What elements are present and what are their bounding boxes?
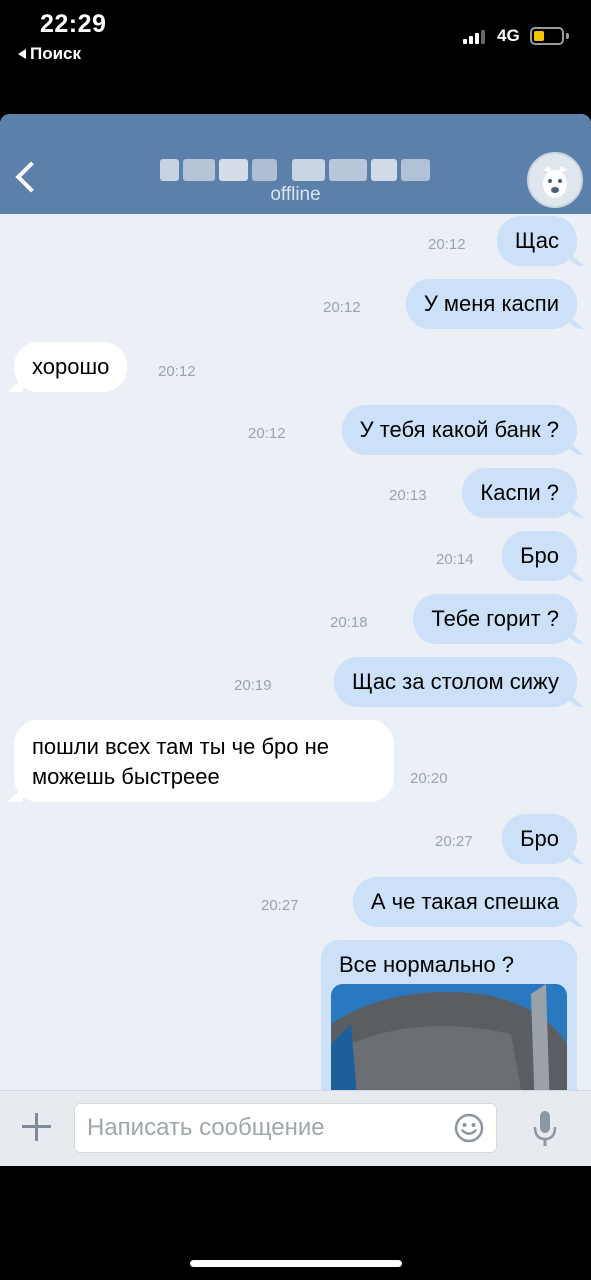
battery-icon	[530, 27, 564, 45]
message-outgoing[interactable]: У меня каспи	[405, 279, 577, 329]
message-time: 20:19	[234, 677, 272, 694]
plus-icon[interactable]	[18, 1109, 54, 1145]
message-time: 20:27	[261, 897, 299, 914]
message-incoming[interactable]: пошли всех там ты че бро не можешь быстр…	[14, 720, 394, 802]
contact-status: offline	[270, 184, 321, 205]
message-input[interactable]	[75, 1104, 435, 1152]
status-bar: 22:29 Поиск 4G	[0, 0, 591, 114]
chat-header: offline	[0, 114, 591, 214]
message-outgoing[interactable]: Бро	[502, 814, 577, 864]
signal-icon	[463, 30, 485, 44]
message-text-line: пошли всех там ты че бро не	[32, 734, 330, 759]
battery-tip	[566, 33, 569, 39]
message-input-wrapper	[74, 1103, 497, 1153]
chat-screen: offline 20:12 Щас 20:12 У меня каспи хор…	[0, 114, 591, 1166]
message-outgoing[interactable]: Каспи ?	[462, 468, 577, 518]
back-triangle-icon	[18, 49, 26, 59]
message-time: 20:20	[410, 770, 448, 787]
message-time: 20:12	[428, 236, 466, 253]
back-to-app-label: Поиск	[30, 44, 82, 63]
message-time: 20:12	[248, 425, 286, 442]
message-text-line: можешь быстреее	[32, 764, 220, 789]
message-text: Все нормально ?	[339, 952, 515, 977]
message-time: 20:12	[158, 363, 196, 380]
back-to-app-link[interactable]: Поиск	[18, 44, 81, 64]
network-type: 4G	[497, 26, 520, 45]
message-time: 20:18	[330, 614, 368, 631]
contact-name-blurred	[160, 159, 431, 181]
message-outgoing[interactable]: Щас	[496, 216, 577, 266]
home-indicator[interactable]	[190, 1260, 402, 1267]
message-outgoing-with-photo[interactable]: Все нормально ?	[321, 940, 577, 1090]
message-list[interactable]: 20:12 Щас 20:12 У меня каспи хорошо 20:1…	[0, 214, 591, 1090]
composer-bar	[0, 1090, 591, 1166]
default-dog-avatar-icon[interactable]	[527, 152, 583, 208]
clock: 22:29	[40, 10, 107, 38]
message-outgoing[interactable]: Щас за столом сижу	[333, 657, 577, 707]
message-outgoing[interactable]: Бро	[502, 531, 577, 581]
message-outgoing[interactable]: Тебе горит ?	[413, 594, 577, 644]
message-time: 20:14	[436, 551, 474, 568]
message-time: 20:13	[389, 487, 427, 504]
microphone-icon[interactable]	[530, 1109, 560, 1149]
message-incoming[interactable]: хорошо	[14, 342, 128, 392]
attached-photo[interactable]	[331, 984, 567, 1090]
smiley-icon[interactable]	[453, 1112, 485, 1144]
message-time: 20:12	[323, 299, 361, 316]
message-outgoing[interactable]: У тебя какой банк ?	[341, 405, 577, 455]
home-area	[0, 1166, 591, 1280]
message-outgoing[interactable]: А че такая спешка	[352, 877, 577, 927]
message-time: 20:27	[435, 833, 473, 850]
